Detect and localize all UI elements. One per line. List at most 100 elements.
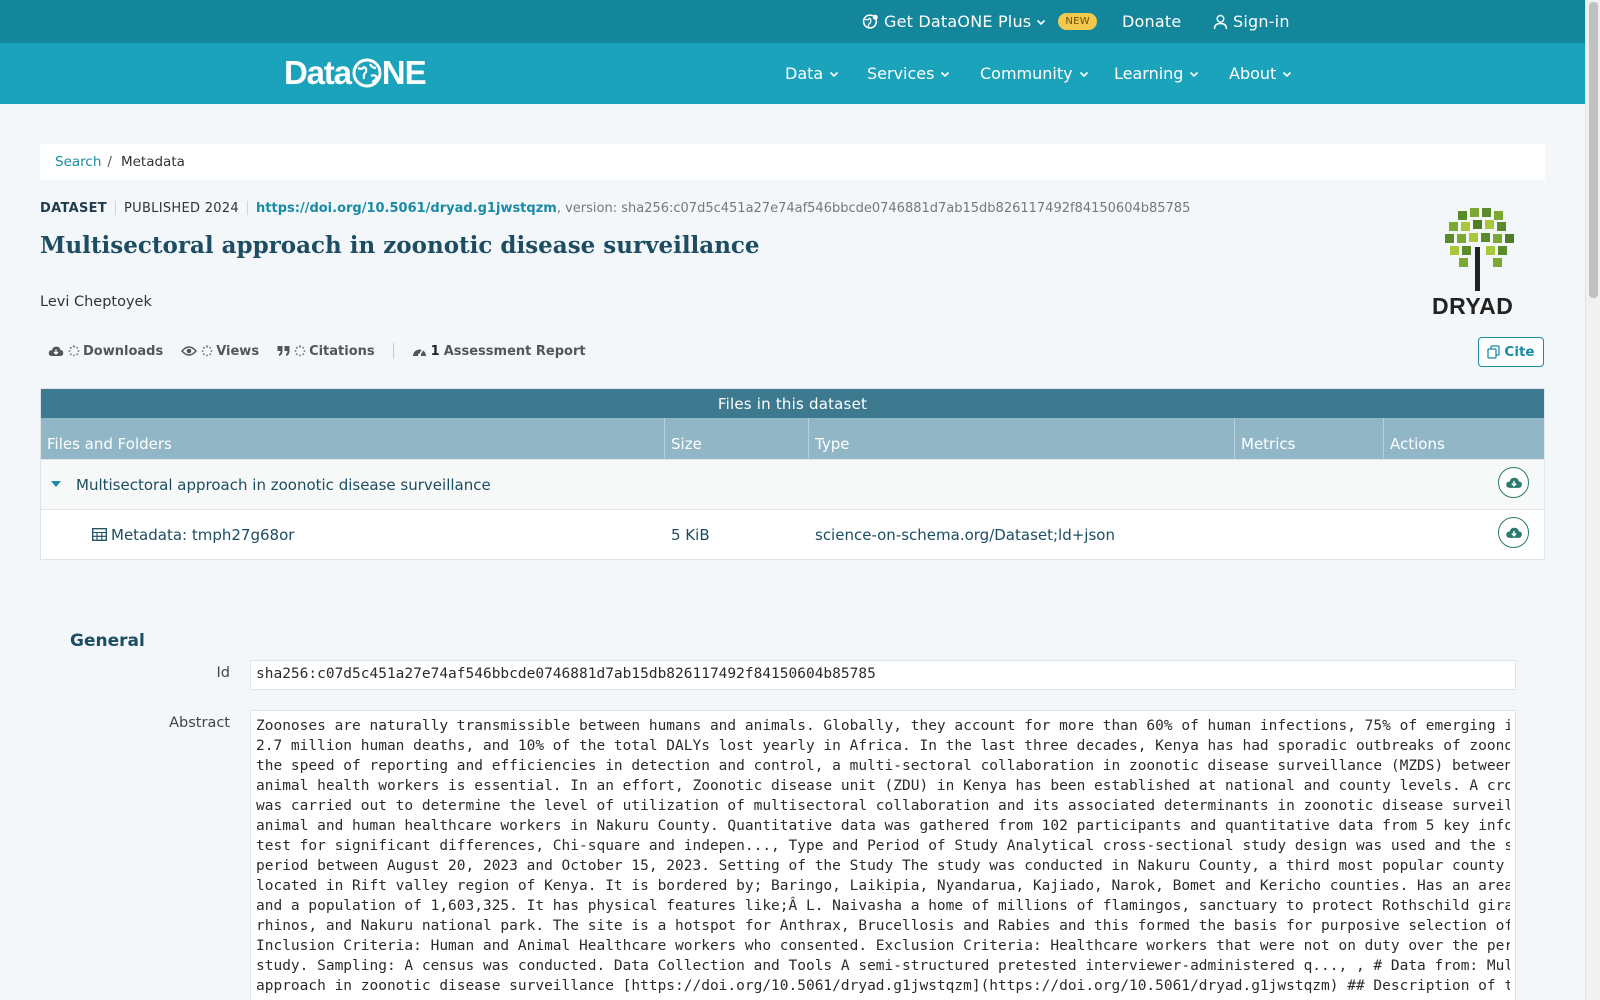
get-dataone-plus-label: Get DataONE Plus [884,12,1032,31]
dataone-logo[interactable]: Data NE [284,54,427,92]
eye-icon [181,346,198,356]
breadcrumb-search-link[interactable]: Search [55,154,101,170]
abstract-line: Inclusion Criteria: Human and Animal Hea… [256,938,1510,954]
citations-metric[interactable]: Citations [277,344,375,359]
dataset-meta-line: DATASET PUBLISHED 2024 https://doi.org/1… [40,199,1190,217]
top-bar: Get DataONE Plus NEW Donate Sign-in [0,0,1585,43]
get-dataone-plus-menu[interactable]: Get DataONE Plus NEW [862,0,1097,43]
dashboard-gauge-icon [412,349,426,357]
column-size[interactable]: Size [665,418,809,459]
abstract-line: animal and human healthcare workers in N… [256,818,1510,834]
file-name[interactable]: Metadata: tmph27g68or [111,526,294,544]
download-file-button[interactable] [1498,517,1529,548]
metrics-divider [392,343,394,359]
abstract-line: study. Sampling: A census was conducted.… [256,958,1510,974]
column-files-and-folders[interactable]: Files and Folders [41,418,665,459]
table-row[interactable]: Multisectoral approach in zoonotic disea… [41,459,1544,509]
nav-learning-label: Learning [1114,64,1184,83]
files-table-columns: Files and Folders Size Type Metrics Acti… [41,418,1544,459]
general-section-heading: General [70,631,145,651]
file-size: 5 KiB [671,526,710,544]
donate-link[interactable]: Donate [1122,0,1181,43]
globe-logo-icon [352,58,382,88]
scrollbar-thumb[interactable] [1589,2,1598,298]
abstract-line: Zoonoses are naturally transmissible bet… [256,718,1510,734]
abstract-label: Abstract [169,715,230,731]
loading-spinner-icon [294,345,306,357]
sign-in-link[interactable]: Sign-in [1213,0,1290,43]
dataset-type-label: DATASET [40,200,107,216]
chevron-down-icon [941,71,950,77]
dryad-wordmark: DRYAD [1432,293,1514,319]
abstract-text: Zoonoses are naturally transmissible bet… [250,710,1516,1000]
abstract-line: and a population of 1,603,325. It has ph… [256,898,1510,914]
cite-button[interactable]: Cite [1478,337,1544,367]
nav-services-label: Services [867,64,935,83]
column-metrics[interactable]: Metrics [1235,418,1384,459]
files-table-heading: Files in this dataset [41,389,1544,418]
nav-learning[interactable]: Learning [1114,43,1199,104]
chevron-down-icon [830,71,839,77]
nav-about[interactable]: About [1229,43,1292,104]
abstract-line: was carried out to determine the level o… [256,798,1510,814]
cloud-download-icon [1505,477,1522,488]
table-row[interactable]: Metadata: tmph27g68or 5 KiB science-on-s… [41,509,1544,559]
nav-community-label: Community [980,64,1073,83]
meta-divider [114,201,116,215]
downloads-metric[interactable]: Downloads [48,344,163,359]
nav-community[interactable]: Community [980,43,1089,104]
logo-text-ne: NE [381,54,427,91]
assessment-report-link[interactable]: 1 Assessment Report [412,344,586,359]
copy-icon [1487,345,1501,359]
citations-label: Citations [309,343,375,359]
id-value: sha256:c07d5c451a27e74af546bbcde0746881d… [250,660,1516,690]
views-label: Views [216,343,260,359]
abstract-line: rhinos, and Nakuru national park. The si… [256,918,1510,934]
chevron-down-icon [1037,19,1046,25]
nav-data-label: Data [785,64,824,83]
doi-link[interactable]: https://doi.org/10.5061/dryad.g1jwstqzm [256,201,557,216]
new-badge: NEW [1058,13,1097,30]
caret-down-icon[interactable] [51,481,61,487]
chevron-down-icon [1079,71,1088,77]
abstract-line: animal health workers is essential. In a… [256,778,1510,794]
breadcrumb: Search / Metadata [40,144,1545,180]
chevron-down-icon [1283,71,1292,77]
nav-about-label: About [1229,64,1277,83]
user-icon [1213,14,1228,29]
nav-services[interactable]: Services [867,43,950,104]
abstract-line: the speed of reporting and efficiencies … [256,758,1510,774]
published-year: PUBLISHED 2024 [123,200,240,216]
abstract-line: approach in zoonotic disease surveillanc… [256,978,1510,994]
abstract-line: test for significant differences, Chi-sq… [256,838,1510,854]
abstract-line: 2.7 million human deaths, and 10% of the… [256,738,1510,754]
breadcrumb-current: Metadata [120,154,185,170]
chevron-down-icon [1190,71,1199,77]
nav-data[interactable]: Data [785,43,839,104]
cloud-download-icon [1505,527,1522,538]
views-metric[interactable]: Views [181,344,259,359]
dataset-author[interactable]: Levi Cheptoyek [40,294,152,310]
main-navigation: Data NE Data Services Community Learning… [0,43,1585,104]
abstract-line: located in Rift valley region of Kenya. … [256,878,1510,894]
table-grid-icon [92,527,107,545]
folder-name[interactable]: Multisectoral approach in zoonotic disea… [76,476,491,494]
cloud-download-icon [48,346,64,356]
breadcrumb-separator: / [107,154,112,170]
logo-text-data: Data [284,54,352,91]
files-table: Files in this dataset Files and Folders … [40,388,1545,560]
metrics-row: Downloads Views Citations 1 Assessment R… [48,343,604,359]
column-type[interactable]: Type [809,418,1235,459]
assessment-count: 1 [430,343,440,359]
column-actions[interactable]: Actions [1384,418,1544,459]
dataset-title: Multisectoral approach in zoonotic disea… [40,232,760,259]
file-type: science-on-schema.org/Dataset;ld+json [815,526,1115,544]
loading-spinner-icon [201,345,213,357]
download-folder-button[interactable] [1498,467,1529,498]
assessment-label: Assessment Report [443,343,586,359]
loading-spinner-icon [68,345,80,357]
page-scrollbar[interactable] [1585,0,1600,1000]
sign-in-label: Sign-in [1233,12,1290,31]
globe-settings-icon [862,14,878,29]
quote-icon [277,346,290,356]
